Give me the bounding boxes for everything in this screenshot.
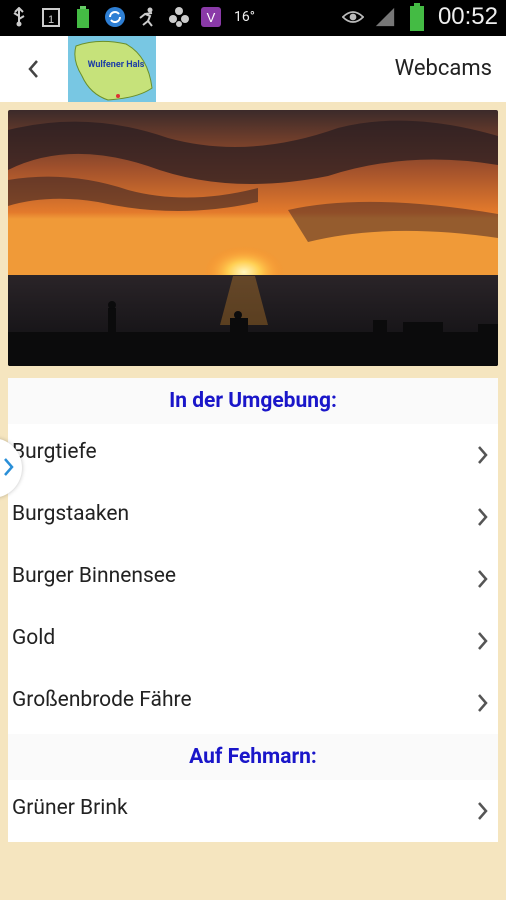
logo-text: Wulfener Hals [87, 60, 145, 70]
chevron-right-icon [478, 802, 488, 820]
list-item-label: Grüner Brink [12, 796, 128, 820]
shield-app-icon: V [200, 6, 222, 28]
battery-full-icon [72, 6, 94, 28]
chevron-right-icon [478, 508, 488, 526]
app-logo[interactable]: Wulfener Hals [68, 36, 156, 102]
webcam-list: In der Umgebung: Burgtiefe Burgstaaken B… [8, 378, 498, 842]
list-item-burgtiefe[interactable]: Burgtiefe [8, 424, 498, 486]
section-header-umgebung: In der Umgebung: [8, 378, 498, 424]
page-title: Webcams [394, 56, 492, 81]
list-item-gold[interactable]: Gold [8, 610, 498, 672]
puzzle-icon [168, 6, 190, 28]
signal-icon [374, 6, 396, 28]
battery-icon [406, 3, 428, 31]
svg-text:1: 1 [48, 14, 54, 26]
action-bar: Wulfener Hals Webcams [0, 36, 506, 102]
list-item-burgstaaken[interactable]: Burgstaaken [8, 486, 498, 548]
temperature-text: 16° [234, 9, 255, 25]
usb-icon [8, 6, 30, 28]
svg-text:V: V [207, 10, 216, 25]
sync-icon [104, 6, 126, 28]
webcam-hero-image [8, 110, 498, 366]
list-item-label: Gold [12, 626, 56, 650]
list-item-label: Großenbrode Fähre [12, 688, 192, 712]
chevron-right-icon [478, 632, 488, 650]
chevron-right-icon [4, 458, 14, 476]
chevron-right-icon [478, 570, 488, 588]
clock-text: 00:52 [437, 3, 498, 30]
list-item-label: Burger Binnensee [12, 564, 177, 588]
list-item-label: Burgstaaken [12, 502, 130, 526]
list-item-gruener-brink[interactable]: Grüner Brink [8, 780, 498, 842]
section-header-fehmarn: Auf Fehmarn: [8, 734, 498, 780]
back-button[interactable] [18, 54, 48, 84]
calendar-icon: 1 [40, 6, 62, 28]
list-item-burger-binnensee[interactable]: Burger Binnensee [8, 548, 498, 610]
list-item-label: Burgtiefe [12, 440, 97, 464]
list-item-grossenbrode-faehre[interactable]: Großenbrode Fähre [8, 672, 498, 734]
eye-icon [341, 6, 364, 28]
chevron-left-icon [28, 60, 38, 78]
chevron-right-icon [478, 694, 488, 712]
chevron-right-icon [478, 446, 488, 464]
running-man-icon [136, 6, 158, 28]
status-bar: 1 V 16° 00:52 [0, 0, 506, 36]
